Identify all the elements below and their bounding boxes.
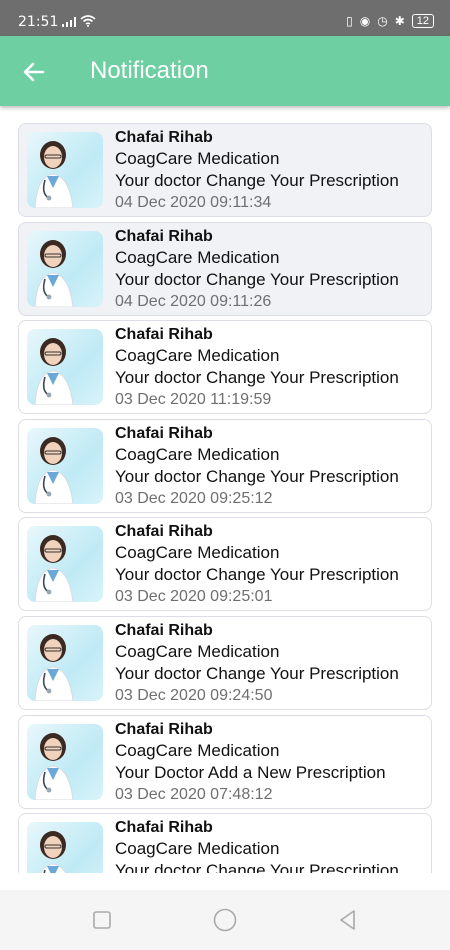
recent-apps-button[interactable] — [88, 906, 116, 934]
vibrate-icon: ▯ — [346, 14, 353, 28]
notification-sender: Chafai Rihab — [115, 326, 213, 344]
notification-message: Your doctor Change Your Prescription — [115, 861, 399, 873]
notification-card[interactable]: Chafai Rihab CoagCare Medication Your do… — [18, 320, 432, 415]
notification-message: Your doctor Change Your Prescription — [115, 565, 399, 585]
notification-sender: Chafai Rihab — [115, 720, 213, 738]
notification-message: Your doctor Change Your Prescription — [115, 664, 399, 683]
doctor-avatar — [27, 625, 103, 701]
lock-icon: ◉ — [359, 14, 371, 28]
notification-date: 03 Dec 2020 11:19:59 — [115, 391, 272, 409]
alarm-icon: ◷ — [377, 14, 388, 28]
doctor-avatar — [27, 427, 103, 504]
notification-list[interactable]: Chafai Rihab CoagCare Medication Your do… — [0, 106, 450, 873]
doctor-avatar — [27, 526, 103, 603]
system-nav-bar — [0, 890, 450, 950]
wifi-icon — [80, 15, 96, 27]
doctor-avatar — [27, 230, 103, 307]
home-button[interactable] — [211, 906, 239, 934]
circle-icon — [213, 908, 237, 932]
triangle-left-icon — [340, 910, 355, 930]
notification-app: CoagCare Medication — [115, 543, 280, 563]
notification-message: Your doctor Change Your Prescription — [115, 171, 399, 190]
bluetooth-icon: ✱ — [394, 14, 405, 28]
notification-sender: Chafai Rihab — [115, 424, 213, 442]
notification-card[interactable]: Chafai Rihab CoagCare Medication Your do… — [18, 418, 432, 513]
notification-date: 03 Dec 2020 07:48:12 — [115, 785, 273, 803]
doctor-avatar — [27, 822, 103, 873]
notification-card[interactable]: Chafai Rihab CoagCare Medication Your Do… — [18, 714, 432, 809]
notification-app: CoagCare Medication — [115, 444, 280, 464]
notification-app: CoagCare Medication — [115, 642, 280, 661]
notification-message: Your Doctor Add a New Prescription — [115, 762, 386, 782]
doctor-avatar — [27, 132, 103, 208]
page-title: Notification — [90, 57, 209, 84]
arrow-left-icon — [23, 62, 45, 82]
notification-card[interactable]: Chafai Rihab CoagCare Medication Your do… — [18, 123, 432, 217]
nav-back-button[interactable] — [334, 906, 362, 934]
notification-app: CoagCare Medication — [115, 839, 280, 859]
status-time: 21:51 — [18, 14, 59, 30]
notification-app: CoagCare Medication — [115, 346, 280, 366]
notification-app: CoagCare Medication — [115, 740, 280, 760]
back-button[interactable] — [16, 54, 52, 90]
notification-card[interactable]: Chafai Rihab CoagCare Medication Your do… — [18, 517, 432, 612]
notification-message: Your doctor Change Your Prescription — [115, 269, 399, 289]
notification-message: Your doctor Change Your Prescription — [115, 466, 399, 486]
notification-sender: Chafai Rihab — [115, 819, 213, 837]
doctor-avatar — [27, 329, 103, 406]
notification-message: Your doctor Change Your Prescription — [115, 368, 399, 388]
doctor-avatar — [27, 723, 103, 800]
notification-date: 04 Dec 2020 09:11:34 — [115, 194, 272, 211]
notification-date: 03 Dec 2020 09:25:12 — [115, 489, 273, 507]
cell-signal-icon — [62, 17, 76, 27]
notification-date: 03 Dec 2020 09:25:01 — [115, 588, 273, 606]
status-right-icons: ▯ ◉ ◷ ✱ 12 — [346, 14, 434, 28]
notification-sender: Chafai Rihab — [115, 622, 213, 639]
notification-card[interactable]: Chafai Rihab CoagCare Medication Your do… — [18, 813, 432, 873]
app-bar: Notification — [0, 36, 450, 106]
notification-card[interactable]: Chafai Rihab CoagCare Medication Your do… — [18, 616, 432, 710]
notification-sender: Chafai Rihab — [115, 227, 213, 245]
square-icon — [93, 911, 111, 929]
notification-sender: Chafai Rihab — [115, 129, 213, 146]
notification-app: CoagCare Medication — [115, 247, 280, 267]
notification-app: CoagCare Medication — [115, 149, 280, 168]
status-bar: 21:51 ▯ ◉ ◷ ✱ 12 — [0, 0, 450, 36]
signal-icons — [62, 15, 96, 27]
notification-date: 04 Dec 2020 09:11:26 — [115, 292, 272, 310]
notification-sender: Chafai Rihab — [115, 523, 213, 541]
notification-date: 03 Dec 2020 09:24:50 — [115, 687, 273, 704]
notification-card[interactable]: Chafai Rihab CoagCare Medication Your do… — [18, 221, 432, 316]
battery-icon: 12 — [411, 14, 434, 28]
